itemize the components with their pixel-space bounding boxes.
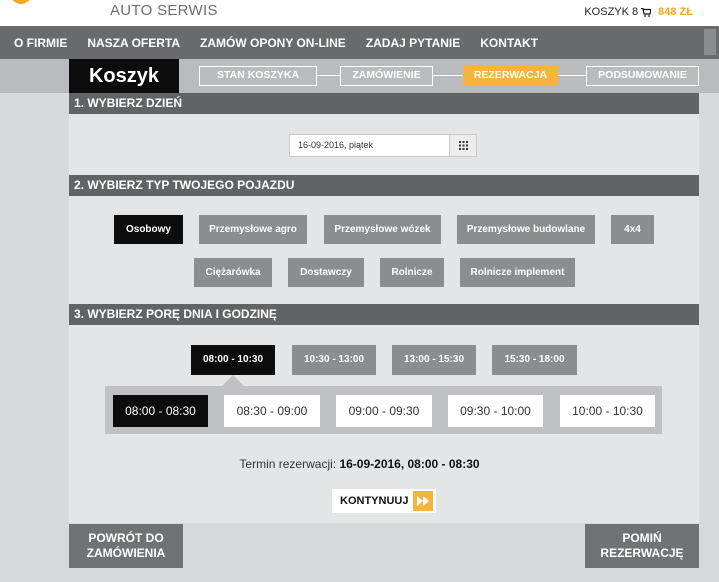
vehicle-przemyslowe-wozek[interactable]: Przemysłowe wózek [324,215,441,244]
vehicle-osobowy[interactable]: Osobowy [114,215,183,244]
vehicle-dostawczy[interactable]: Dostawczy [288,258,364,287]
nav-item-nasza-oferta[interactable]: NASZA OFERTA [87,36,180,50]
brand-name: AUTO SERWIS [110,2,218,19]
nav-item-kontakt[interactable]: KONTAKT [480,36,538,50]
vehicle-rolnicze[interactable]: Rolnicze [380,258,444,287]
time-slot[interactable]: 09:30 - 10:00 [448,395,543,427]
step-podsumowanie[interactable]: PODSUMOWANIE [586,66,699,86]
vehicle-ciezarowka[interactable]: Ciężarówka [194,258,272,287]
skip-line-2: REZERWACJĘ [600,546,684,560]
back-to-order-button[interactable]: POWRÓT DO ZAMÓWIENIA [69,524,183,568]
vehicle-4x4[interactable]: 4x4 [611,215,654,244]
date-picker[interactable]: 16-09-2016, piątek [289,134,477,157]
summary-value: 16-09-2016, 08:00 - 08:30 [339,457,480,471]
reservation-summary: Termin rezerwacji: 16-09-2016, 08:00 - 0… [0,457,719,471]
logo[interactable] [10,0,32,4]
main-nav: O FIRMIE NASZA OFERTA ZAMÓW OPONY ON-LIN… [0,26,719,59]
summary-label: Termin rezerwacji: [239,457,337,471]
date-input[interactable]: 16-09-2016, piątek [298,140,373,150]
time-range-1300[interactable]: 13:00 - 15:30 [392,345,476,375]
selected-range-pointer [222,375,244,386]
cart-label[interactable]: KOSZYK 8 [584,6,638,18]
section-header-vehicle: 2. WYBIERZ TYP TWOJEGO POJAZDU [69,175,699,196]
skip-reservation-button[interactable]: POMIŃ REZERWACJĘ [585,524,699,568]
step-stan-koszyka[interactable]: STAN KOSZYKA [199,66,317,86]
time-slot[interactable]: 09:00 - 09:30 [336,395,432,427]
cart-total: 848 ZŁ [658,6,693,18]
step-connector [433,75,463,76]
back-line-1: POWRÓT DO [88,531,164,545]
nav-scroll-handle[interactable] [704,29,716,55]
vehicle-rolnicze-implement[interactable]: Rolnicze implement [460,258,575,287]
step-connector [317,75,340,76]
vehicle-przemyslowe-agro[interactable]: Przemysłowe agro [199,215,307,244]
cart-summary[interactable]: KOSZYK 8 848 ZŁ [584,6,693,18]
nav-item-zadaj-pytanie[interactable]: ZADAJ PYTANIE [366,36,460,50]
calendar-icon [459,141,468,150]
nav-item-o-firmie[interactable]: O FIRMIE [14,36,67,50]
fast-forward-icon [413,491,433,511]
cart-icon[interactable] [641,7,652,17]
calendar-button[interactable] [449,135,476,156]
skip-line-1: POMIŃ [622,531,662,545]
nav-item-zamow-opony[interactable]: ZAMÓW OPONY ON-LINE [200,36,346,50]
time-range-1530[interactable]: 15:30 - 18:00 [492,345,577,375]
step-zamowienie[interactable]: ZAMÓWIENIE [340,66,433,86]
back-line-2: ZAMÓWIENIA [86,546,166,560]
section-header-day: 1. WYBIERZ DZIEŃ [69,93,699,114]
section-header-time: 3. WYBIERZ PORĘ DNIA I GODZINĘ [69,304,699,325]
step-connector [558,75,586,76]
time-slot[interactable]: 10:00 - 10:30 [560,395,655,427]
top-bar: AUTO SERWIS KOSZYK 8 848 ZŁ [0,0,719,26]
time-range-0800[interactable]: 08:00 - 10:30 [191,345,275,375]
time-slot[interactable]: 08:00 - 08:30 [113,395,208,427]
page-title: Koszyk [69,59,179,93]
continue-label: KONTYNUUJ [340,495,409,507]
time-range-1030[interactable]: 10:30 - 13:00 [292,345,376,375]
time-slot[interactable]: 08:30 - 09:00 [224,395,320,427]
step-rezerwacja[interactable]: REZERWACJA [463,66,558,86]
continue-button[interactable]: KONTYNUUJ [332,489,436,513]
vehicle-przemyslowe-budowlane[interactable]: Przemysłowe budowlane [457,215,595,244]
